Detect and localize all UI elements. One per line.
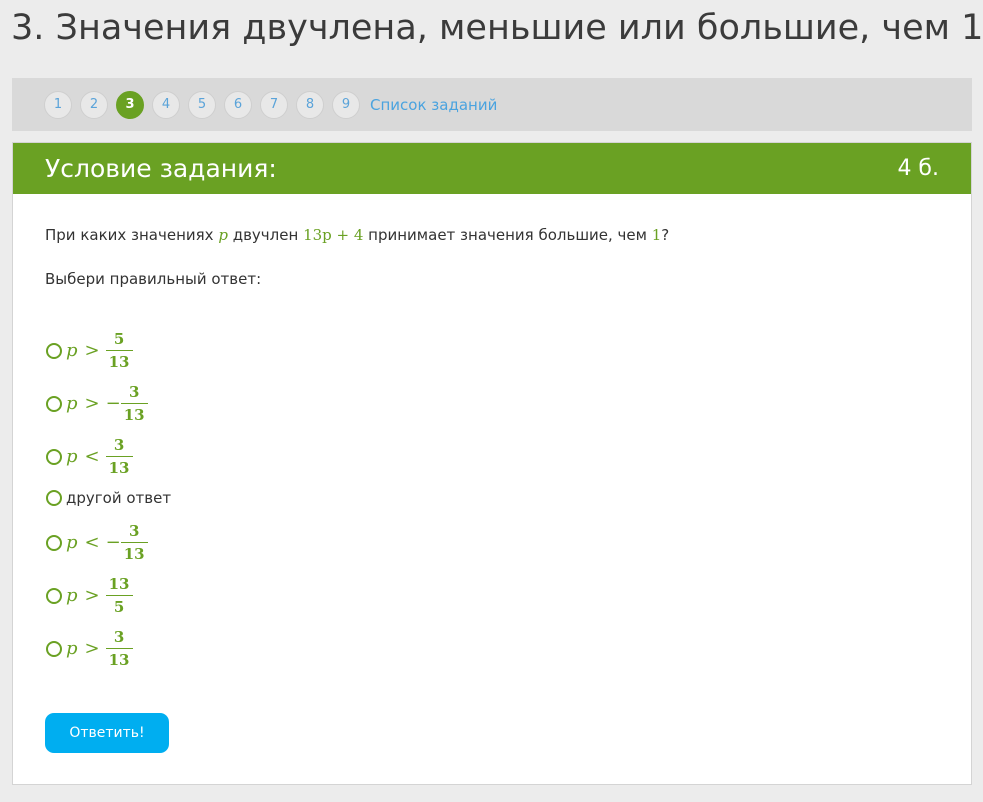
radio-button[interactable] (46, 640, 62, 657)
question-part-1: При каких значениях (45, 226, 219, 244)
option-fraction: 5 13 (105, 330, 133, 371)
option-fraction: 13 5 (105, 575, 133, 616)
option-variable: p (66, 446, 78, 467)
option-math: p > 5 13 (66, 330, 133, 371)
question-expression: 13p + 4 (303, 226, 364, 244)
fraction-numerator: 5 (113, 330, 125, 348)
radio-button[interactable] (46, 534, 62, 551)
answer-option-4[interactable]: другой ответ (46, 489, 171, 507)
answer-option-5[interactable]: p < − 3 13 (46, 522, 148, 563)
task-nav-item-7[interactable]: 7 (260, 90, 288, 119)
question-part-3: принимает значения большие, чем (363, 226, 652, 244)
option-sign: > (84, 393, 100, 414)
fraction-numerator: 3 (113, 628, 125, 646)
question-text: При каких значениях p двучлен 13p + 4 пр… (45, 226, 669, 244)
option-math: p < 3 13 (66, 436, 133, 477)
fraction-numerator: 3 (128, 383, 140, 401)
fraction-numerator: 3 (113, 436, 125, 454)
fraction-denominator: 5 (105, 595, 133, 616)
option-sign: > (84, 340, 100, 361)
task-points: 4 б. (897, 156, 939, 181)
fraction-denominator: 13 (105, 350, 133, 371)
answer-option-2[interactable]: p > − 3 13 (46, 383, 148, 424)
radio-button[interactable] (46, 490, 62, 506)
option-fraction: 3 13 (120, 522, 148, 563)
option-variable: p (66, 340, 78, 361)
task-nav-item-4[interactable]: 4 (152, 90, 180, 119)
option-math: p > − 3 13 (66, 383, 148, 424)
task-nav-item-9[interactable]: 9 (332, 90, 360, 119)
task-navigation: 1 2 3 4 5 6 7 8 9 Список заданий (12, 78, 972, 131)
task-condition-title: Условие задания: (45, 154, 277, 183)
radio-button[interactable] (46, 395, 62, 412)
task-nav-item-5[interactable]: 5 (188, 90, 216, 119)
radio-button[interactable] (46, 342, 62, 359)
fraction-numerator: 3 (128, 522, 140, 540)
radio-button[interactable] (46, 448, 62, 465)
option-sign: < (84, 446, 100, 467)
task-nav-item-8[interactable]: 8 (296, 90, 324, 119)
answer-option-3[interactable]: p < 3 13 (46, 436, 133, 477)
fraction-denominator: 13 (105, 456, 133, 477)
fraction-denominator: 13 (105, 648, 133, 669)
question-part-2: двучлен (227, 226, 304, 244)
option-sign: < (84, 532, 100, 553)
option-variable: p (66, 393, 78, 414)
fraction-numerator: 13 (108, 575, 130, 593)
task-nav-item-3-active[interactable]: 3 (116, 90, 144, 119)
answer-option-7[interactable]: p > 3 13 (46, 628, 133, 669)
option-math: p > 13 5 (66, 575, 133, 616)
option-sign: > (84, 638, 100, 659)
option-math: p > 3 13 (66, 628, 133, 669)
question-value: 1 (651, 226, 662, 244)
fraction-denominator: 13 (120, 403, 148, 424)
option-variable: p (66, 532, 78, 553)
option-negative-sign: − (105, 532, 121, 553)
answer-option-1[interactable]: p > 5 13 (46, 330, 133, 371)
task-card: Условие задания: 4 б. При каких значения… (12, 142, 972, 785)
option-variable: p (66, 638, 78, 659)
task-nav-item-2[interactable]: 2 (80, 90, 108, 119)
option-fraction: 3 13 (105, 628, 133, 669)
option-negative-sign: − (105, 393, 121, 414)
answer-instruction: Выбери правильный ответ: (45, 270, 262, 288)
submit-answer-button[interactable]: Ответить! (45, 713, 169, 753)
page-title: 3. Значения двучлена, меньшие или больши… (11, 8, 983, 48)
question-part-4: ? (661, 226, 670, 244)
task-nav-item-1[interactable]: 1 (44, 90, 72, 119)
task-list-link[interactable]: Список заданий (370, 96, 497, 114)
option-math: p < − 3 13 (66, 522, 148, 563)
option-fraction: 3 13 (120, 383, 148, 424)
option-text: другой ответ (66, 489, 172, 507)
option-sign: > (84, 585, 100, 606)
question-variable: p (218, 226, 228, 244)
task-nav-item-6[interactable]: 6 (224, 90, 252, 119)
option-fraction: 3 13 (105, 436, 133, 477)
option-variable: p (66, 585, 78, 606)
task-card-header: Условие задания: 4 б. (13, 143, 971, 194)
fraction-denominator: 13 (120, 542, 148, 563)
answer-option-6[interactable]: p > 13 5 (46, 575, 133, 616)
radio-button[interactable] (46, 587, 62, 604)
